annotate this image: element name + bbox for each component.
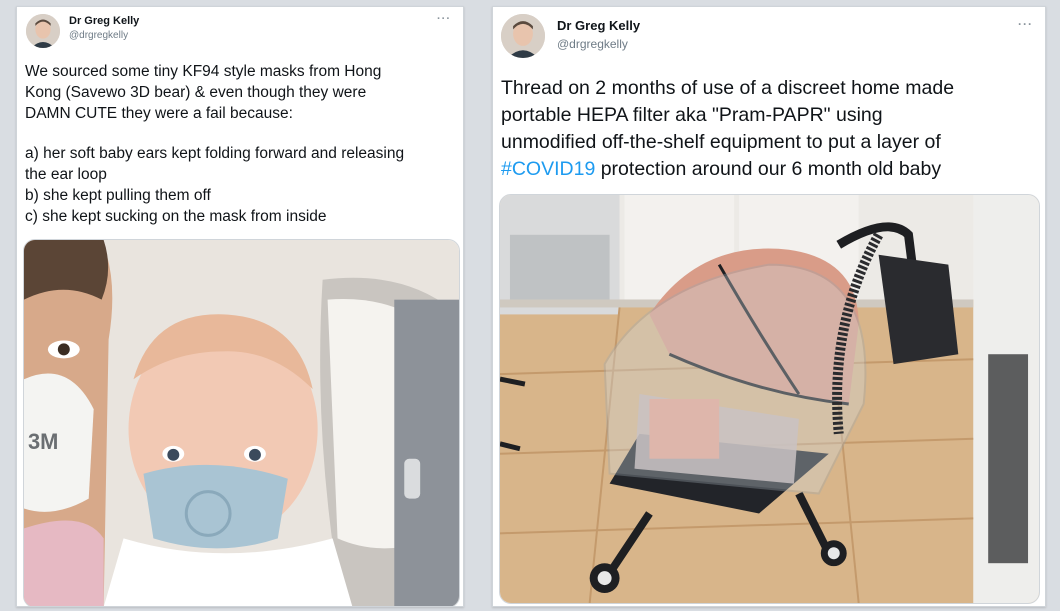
tweet-list-line: the ear loop — [25, 166, 107, 183]
author-handle[interactable]: @drgregkelly — [69, 30, 128, 41]
tweet-card[interactable]: Dr Greg Kelly @drgregkelly ··· Thread on… — [492, 6, 1046, 607]
svg-text:3M: 3M — [28, 429, 58, 454]
tweet-list-line: b) she kept pulling them off — [25, 187, 211, 204]
author-name[interactable]: Dr Greg Kelly — [557, 18, 640, 33]
tweet-text-fragment: protection around our 6 month old baby — [595, 158, 942, 180]
tweet-list-line: a) her soft baby ears kept folding forwa… — [25, 145, 405, 162]
tweet-text: We sourced some tiny KF94 style masks fr… — [25, 61, 457, 227]
tweet-text-line: Kong (Savewo 3D bear) & even though they… — [25, 84, 367, 101]
hashtag-link[interactable]: #COVID19 — [501, 158, 595, 180]
tweet-text-line: #COVID19 protection around our 6 month o… — [501, 156, 1041, 183]
author-name[interactable]: Dr Greg Kelly — [69, 15, 139, 27]
tweet-photo-baby-mask[interactable]: 3M — [23, 239, 460, 606]
author-handle[interactable]: @drgregkelly — [557, 37, 628, 51]
more-options-icon[interactable]: ··· — [1018, 17, 1033, 31]
tweet-text-line: portable HEPA filter aka "Pram-PAPR" usi… — [501, 104, 883, 126]
tweet-text-line: Thread on 2 months of use of a discreet … — [501, 77, 955, 99]
more-options-icon[interactable]: ··· — [437, 13, 451, 25]
tweet-text-line: DAMN CUTE they were a fail because: — [25, 105, 293, 122]
tweet-text-line: We sourced some tiny KF94 style masks fr… — [25, 63, 382, 80]
avatar[interactable] — [26, 14, 60, 48]
avatar[interactable] — [501, 14, 545, 58]
tweet-text: Thread on 2 months of use of a discreet … — [501, 75, 1041, 183]
tweet-photo-pram[interactable] — [499, 194, 1040, 604]
tweet-card[interactable]: Dr Greg Kelly @drgregkelly ··· We source… — [16, 6, 464, 607]
tweet-text-line: unmodified off-the-shelf equipment to pu… — [501, 131, 941, 153]
tweet-list-line: c) she kept sucking on the mask from ins… — [25, 208, 327, 225]
